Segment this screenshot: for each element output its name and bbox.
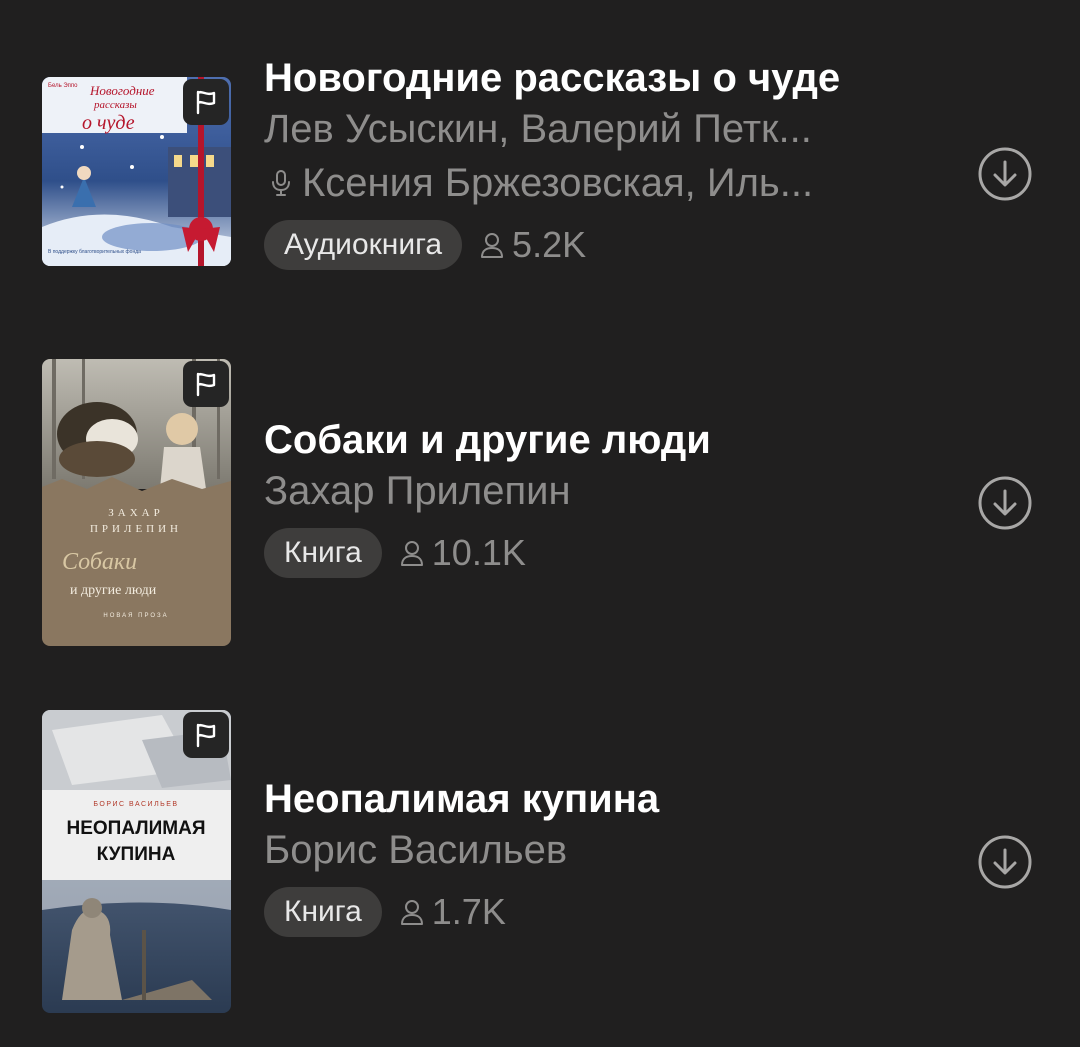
svg-text:НЕОПАЛИМАЯ: НЕОПАЛИМАЯ (67, 818, 206, 839)
svg-text:ПРИЛЕПИН: ПРИЛЕПИН (90, 523, 182, 535)
svg-text:КУПИНА: КУПИНА (97, 844, 176, 865)
listeners-count: 10.1K (398, 532, 526, 574)
listeners-value: 1.7K (431, 891, 506, 932)
book-title[interactable]: Неопалимая купина (264, 775, 944, 823)
book-cover[interactable]: ЗАХАР ПРИЛЕПИН Собаки и другие люди НОВА… (42, 359, 231, 646)
person-icon (400, 900, 423, 925)
flag-icon (183, 79, 229, 125)
svg-text:рассказы: рассказы (93, 99, 137, 111)
book-cover[interactable]: Бель Эппо Новогодние рассказы о чуде В п… (42, 77, 231, 266)
download-circle-icon (978, 476, 1032, 530)
listeners-value: 10.1K (431, 532, 526, 573)
svg-text:Бель Эппо: Бель Эппо (48, 83, 78, 89)
svg-text:БОРИС ВАСИЛЬЕВ: БОРИС ВАСИЛЬЕВ (93, 801, 178, 808)
person-icon (481, 233, 504, 258)
book-info: Собаки и другие люди Захар Прилепин Книг… (264, 416, 944, 578)
book-title[interactable]: Новогодние рассказы о чуде (264, 54, 944, 102)
meta-row: Книга 10.1K (264, 528, 944, 578)
download-button[interactable] (977, 834, 1033, 890)
svg-text:Новогодние: Новогодние (89, 83, 155, 98)
book-authors[interactable]: Захар Прилепин (264, 464, 944, 518)
person-icon (400, 541, 423, 566)
book-authors[interactable]: Лев Усыскин, Валерий Петк... (264, 102, 944, 156)
svg-text:Собаки: Собаки (62, 549, 137, 575)
listeners-count: 5.2K (478, 224, 586, 266)
svg-text:В поддержку благотворительных: В поддержку благотворительных фонда (48, 249, 141, 255)
book-narrators[interactable]: Ксения Бржезовская, Иль... (264, 156, 944, 210)
download-circle-icon (978, 147, 1032, 201)
svg-text:о чуде: о чуде (82, 112, 135, 134)
download-circle-icon (978, 835, 1032, 889)
flag-icon (183, 712, 229, 758)
listeners-count: 1.7K (398, 891, 506, 933)
book-info: Неопалимая купина Борис Васильев Книга 1… (264, 775, 944, 937)
book-info: Новогодние рассказы о чуде Лев Усыскин, … (264, 54, 944, 270)
meta-row: Книга 1.7K (264, 887, 944, 937)
book-cover[interactable]: БОРИС ВАСИЛЬЕВ НЕОПАЛИМАЯ КУПИНА (42, 710, 231, 1013)
list-item[interactable]: ЗАХАР ПРИЛЕПИН Собаки и другие люди НОВА… (0, 320, 1080, 680)
book-title[interactable]: Собаки и другие люди (264, 416, 944, 464)
type-badge: Книга (264, 887, 382, 937)
list-item[interactable]: БОРИС ВАСИЛЬЕВ НЕОПАЛИМАЯ КУПИНА Неопали… (0, 680, 1080, 1047)
flag-icon (183, 361, 229, 407)
listeners-value: 5.2K (512, 224, 587, 265)
list-item[interactable]: Бель Эппо Новогодние рассказы о чуде В п… (0, 0, 1080, 320)
svg-text:и другие люди: и другие люди (70, 583, 157, 598)
svg-text:НОВАЯ ПРОЗА: НОВАЯ ПРОЗА (103, 613, 168, 619)
svg-text:ЗАХАР: ЗАХАР (108, 507, 163, 519)
type-badge: Книга (264, 528, 382, 578)
book-authors[interactable]: Борис Васильев (264, 823, 944, 877)
microphone-icon (268, 168, 294, 198)
narrators-text: Ксения Бржезовская, Иль... (302, 161, 814, 205)
download-button[interactable] (977, 146, 1033, 202)
type-badge: Аудиокнига (264, 220, 463, 270)
download-button[interactable] (977, 475, 1033, 531)
book-list: Бель Эппо Новогодние рассказы о чуде В п… (0, 0, 1080, 1047)
meta-row: Аудиокнига 5.2K (264, 220, 944, 270)
